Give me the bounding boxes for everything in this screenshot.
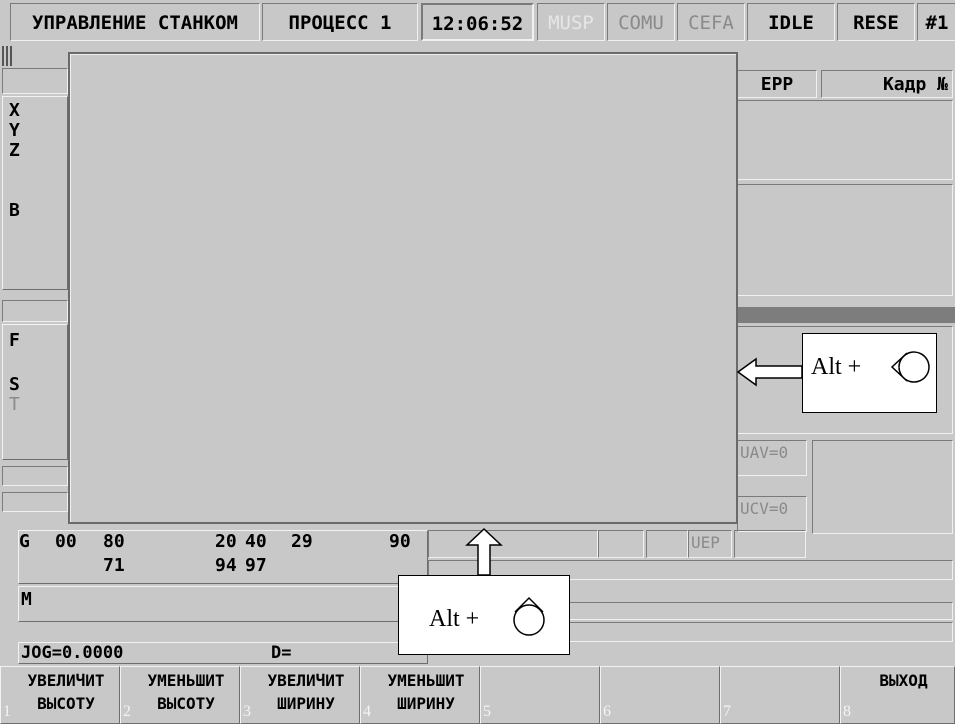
g-code: 94 <box>215 555 237 576</box>
fkey-number: 7 <box>723 703 731 720</box>
fkey-label-line2: ВЫСОТУ <box>37 694 95 713</box>
uav-indicator: UAV=0 <box>737 440 807 476</box>
g-label: G <box>19 531 30 552</box>
fkey-exit[interactable]: 8 ВЫХОД <box>840 666 955 724</box>
fkey-label-line1: УМЕНЬШИТ <box>147 671 225 690</box>
process-indicator: ПРОЦЕСС 1 <box>262 3 418 41</box>
right-status-box <box>812 440 953 534</box>
feed-blank-label <box>9 351 67 375</box>
axis-y-label: Y <box>9 120 20 141</box>
mid-field-2 <box>598 530 644 558</box>
fkey-label-line2: ШИРИНУ <box>277 694 335 713</box>
fkey-label-line1: ВЫХОД <box>879 671 928 690</box>
g-code: 40 <box>245 531 267 552</box>
fkey-label-line1: УВЕЛИЧИТ <box>267 671 345 690</box>
clock: 12:06:52 <box>421 3 534 41</box>
g-code: 80 <box>103 531 125 552</box>
status-header: УПРАВЛЕНИЕ СТАНКОМ ПРОЦЕСС 1 12:06:52 MU… <box>0 0 955 44</box>
g-code: 97 <box>245 555 267 576</box>
mid-field-3 <box>646 530 688 558</box>
mid-field-1 <box>428 530 598 558</box>
resizable-overlay-window[interactable] <box>68 52 738 524</box>
rotate-horizontal-icon <box>890 351 930 383</box>
status-comu: COMU <box>607 3 675 41</box>
left-mid-strip <box>2 300 68 322</box>
dark-separator-bar <box>727 307 955 323</box>
fkey-7[interactable]: 7 <box>720 666 840 724</box>
left-lower-strip-1 <box>2 466 68 486</box>
tool-t-label: T <box>9 394 20 415</box>
fkey-decrease-height[interactable]: 2 УМЕНЬШИТ ВЫСОТУ <box>120 666 240 724</box>
left-arrow-icon <box>736 357 803 387</box>
frame-number-label: Кадр № <box>821 70 953 98</box>
callout-resize-width: Alt + <box>802 333 937 413</box>
fkey-number: 5 <box>483 703 491 720</box>
left-top-strip <box>2 68 68 94</box>
feed-labels-panel: F S T <box>2 324 68 460</box>
d-label: D= <box>271 643 292 663</box>
fkey-label-line1: УВЕЛИЧИТ <box>27 671 105 690</box>
up-arrow-icon <box>465 527 503 576</box>
axis-labels-panel: X Y Z B <box>2 96 68 290</box>
fkey-label-line2: ВЫСОТУ <box>157 694 215 713</box>
ucv-indicator: UCV=0 <box>737 496 807 532</box>
fkey-label-line2: ШИРИНУ <box>397 694 455 713</box>
status-idle: IDLE <box>747 3 835 41</box>
feed-f-label: F <box>9 330 20 351</box>
g-code: 71 <box>103 555 125 576</box>
fkey-label-line1: УМЕНЬШИТ <box>387 671 465 690</box>
fkey-number: 1 <box>3 703 11 720</box>
status-channel: #1 <box>917 3 955 41</box>
status-musp: MUSP <box>537 3 605 41</box>
callout-right-text: Alt + <box>811 354 862 380</box>
status-cefa: CEFA <box>677 3 745 41</box>
g-code: 20 <box>215 531 237 552</box>
g-code: 29 <box>291 531 313 552</box>
m-codes-panel: M <box>18 586 428 622</box>
grip-marker <box>2 46 14 66</box>
epp-label: EPP <box>737 70 817 98</box>
mid-field-4 <box>734 530 806 558</box>
axis-b-label: B <box>9 200 20 221</box>
app-title: УПРАВЛЕНИЕ СТАНКОМ <box>10 3 260 41</box>
fkey-decrease-width[interactable]: 4 УМЕНЬШИТ ШИРИНУ <box>360 666 480 724</box>
g-codes-panel: G 00 80 20 40 29 90 71 94 97 <box>18 530 428 584</box>
jog-panel: JOG=0.0000 D= <box>18 642 428 664</box>
g-code: 90 <box>389 531 411 552</box>
fkey-number: 4 <box>363 703 371 720</box>
rotate-vertical-icon <box>513 596 545 636</box>
right-panel-top <box>737 100 953 180</box>
g-code: 00 <box>55 531 77 552</box>
axis-blank-label <box>9 161 67 201</box>
left-lower-strip-2 <box>2 492 68 512</box>
jog-value: JOG=0.0000 <box>21 643 124 663</box>
callout-bottom-text: Alt + <box>429 606 480 632</box>
right-panel-mid <box>737 184 953 296</box>
fkey-increase-width[interactable]: 3 УВЕЛИЧИТ ШИРИНУ <box>240 666 360 724</box>
fkey-6[interactable]: 6 <box>600 666 720 724</box>
fkey-increase-height[interactable]: 1 УВЕЛИЧИТ ВЫСОТУ <box>0 666 120 724</box>
fkey-number: 8 <box>843 703 851 720</box>
callout-resize-height: Alt + <box>398 575 570 655</box>
axis-z-label: Z <box>9 140 20 161</box>
fkey-number: 3 <box>243 703 251 720</box>
axis-x-label: X <box>9 100 20 121</box>
fkey-number: 2 <box>123 703 131 720</box>
fkey-5[interactable]: 5 <box>480 666 600 724</box>
spindle-s-label: S <box>9 374 20 395</box>
fkey-number: 6 <box>603 703 611 720</box>
status-rese: RESE <box>837 3 915 41</box>
uep-indicator: UEP <box>688 530 732 558</box>
